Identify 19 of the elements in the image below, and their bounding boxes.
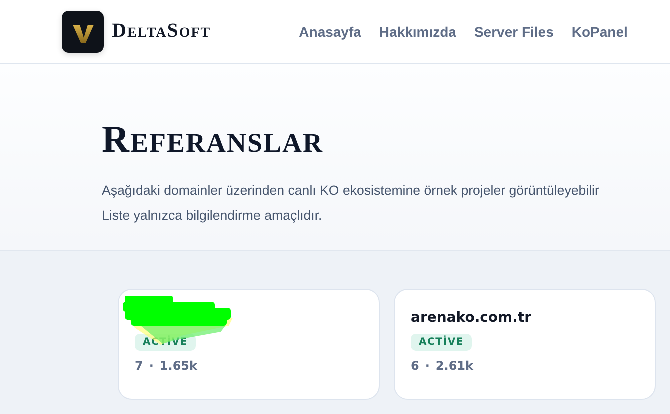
separator-dot: · <box>425 359 430 373</box>
brand-name[interactable]: DeltaSoft <box>112 20 212 43</box>
description-text: Liste yalnızca bilgilendirme amaçlıdır. <box>102 207 324 225</box>
description-text: Aşağıdaki domainler üzerinden canlı KO ekosistemine örnek projeler görüntüleyebilir <box>102 182 600 200</box>
nav-link[interactable]: KoPanel <box>572 24 628 40</box>
nav-link[interactable]: Server Files <box>474 24 554 40</box>
nav-link[interactable]: Anasayfa <box>299 24 362 40</box>
count-text: 6 <box>411 359 420 373</box>
nav-link[interactable]: Hakkımızda <box>379 24 456 40</box>
page-title: Referanslar <box>102 120 324 160</box>
logo-icon[interactable] <box>62 10 104 52</box>
views-text: 1.65k <box>160 359 198 373</box>
domain-name: arenako.com.tr <box>411 309 533 328</box>
separator-dot: · <box>149 359 154 373</box>
views-text: 2.61k <box>436 359 474 373</box>
project-card[interactable]: arenako.com.tr ACTİVE 6 · 2.61k <box>394 289 656 400</box>
project-card[interactable]: ACTİVE 7 · 1.65k <box>118 289 380 400</box>
status-badge: ACTİVE <box>411 334 472 351</box>
count-text: 7 <box>135 359 144 373</box>
